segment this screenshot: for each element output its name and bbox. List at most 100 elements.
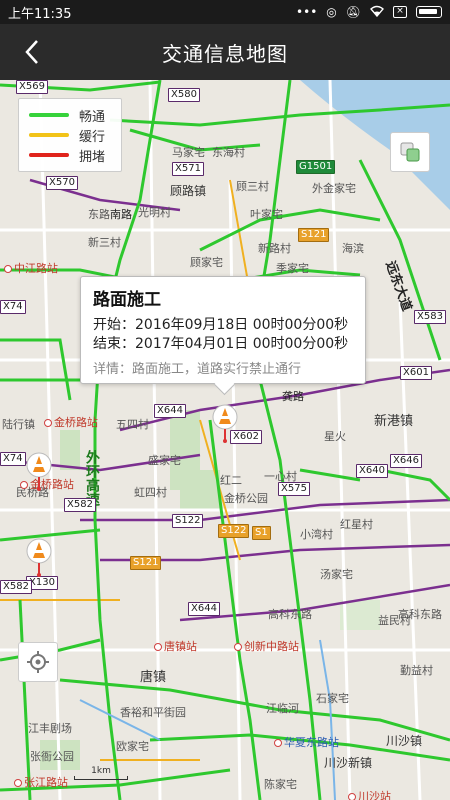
place-label: 新港镇 xyxy=(374,414,414,429)
map-scale-bar xyxy=(74,776,128,780)
road-shield: X640 xyxy=(356,464,388,478)
place-label: 陈家宅 xyxy=(264,778,297,791)
place-label: 汤家宅 xyxy=(320,568,353,581)
layers-icon xyxy=(400,142,420,162)
metro-station: 唐镇站 xyxy=(154,638,197,654)
metro-station: 川沙站 xyxy=(348,788,391,800)
place-label: 外金家宅 xyxy=(312,182,356,195)
place-label: 顾三村 xyxy=(236,180,269,193)
road-shield: X580 xyxy=(168,88,200,102)
place-label: 江丰剧场 xyxy=(28,722,72,735)
page-title: 交通信息地图 xyxy=(162,41,288,66)
alarm-off-icon: 🔕︎ xyxy=(345,5,361,19)
place-label: 东海村 xyxy=(212,146,245,159)
road-shield: S121 xyxy=(298,228,330,242)
road-shield: X74 xyxy=(0,300,26,314)
place-label: 欧家宅 xyxy=(116,740,149,753)
legend-item-smooth: 畅通 xyxy=(29,105,111,125)
place-label: 季家宅 xyxy=(276,262,309,275)
metro-station: 创新中路站 xyxy=(234,638,299,654)
place-label: 香裕和平街园 xyxy=(120,706,186,719)
battery-icon xyxy=(416,6,442,18)
place-label: 红二 xyxy=(220,474,242,487)
road-label: 南路 xyxy=(110,208,132,221)
app-header: 交通信息地图 xyxy=(0,24,450,80)
road-shield: S121 xyxy=(130,556,162,570)
status-icons: ••• ◎ 🔕︎ × xyxy=(296,5,442,19)
road-shield: X582 xyxy=(64,498,96,512)
place-label: 光明村 xyxy=(138,206,171,219)
location-status-icon: ◎ xyxy=(326,5,337,19)
place-label: 高科东路 xyxy=(398,608,442,621)
road-shield: X569 xyxy=(16,80,48,94)
metro-station: 华夏东路站 xyxy=(274,734,339,750)
road-shield: X582 xyxy=(0,580,32,594)
legend-label: 拥堵 xyxy=(79,149,106,165)
place-label: 川沙镇 xyxy=(386,734,423,748)
place-label: 红星村 xyxy=(340,518,373,531)
more-dots-icon: ••• xyxy=(296,5,318,19)
place-label: 五四村 xyxy=(116,418,149,431)
legend-swatch xyxy=(29,133,69,137)
place-label: 川沙新镇 xyxy=(324,756,373,770)
legend-swatch xyxy=(29,113,69,117)
place-label: 唐镇 xyxy=(140,670,167,685)
road-shield: X583 xyxy=(414,310,446,324)
road-shield: S122 xyxy=(218,524,250,538)
legend-label: 缓行 xyxy=(79,129,106,145)
place-label: 顾家宅 xyxy=(190,256,223,269)
road-shield: G1501 xyxy=(296,160,336,174)
road-shield: X644 xyxy=(154,404,186,418)
place-label: 小湾村 xyxy=(300,528,333,541)
place-label: 金桥公园 xyxy=(224,492,268,505)
construction-marker-icon[interactable] xyxy=(212,404,238,444)
incident-popup[interactable]: 路面施工 开始：2016年09月18日 00时00分00秒 结束：2017年04… xyxy=(80,276,366,384)
road-shield: S1 xyxy=(252,526,271,540)
road-shield: X644 xyxy=(188,602,220,616)
road-shield: S122 xyxy=(172,514,204,528)
incident-start: 开始：2016年09月18日 00时00分00秒 xyxy=(93,317,349,333)
place-label: 新三村 xyxy=(88,236,121,249)
crosshair-icon xyxy=(27,651,49,673)
map-layer-button[interactable] xyxy=(390,132,430,172)
place-label: 星火 xyxy=(324,430,346,443)
no-sim-icon: × xyxy=(393,6,407,18)
construction-marker-icon[interactable] xyxy=(26,538,52,578)
road-shield: X575 xyxy=(278,482,310,496)
place-label: 石家宅 xyxy=(316,692,349,705)
place-label: 盛家宅 xyxy=(148,454,181,467)
road-shield: X570 xyxy=(46,176,78,190)
road-shield: X601 xyxy=(400,366,432,380)
place-label: 江临河 xyxy=(266,702,299,715)
status-time: 上午11:35 xyxy=(8,6,72,22)
metro-station: 张江路站 xyxy=(14,774,68,790)
place-label: 海滨 xyxy=(342,242,364,255)
chevron-left-icon xyxy=(25,40,38,64)
back-button[interactable] xyxy=(14,34,50,70)
place-label: 勤益村 xyxy=(400,664,433,677)
traffic-legend: 畅通 缓行 拥堵 xyxy=(18,98,122,172)
incident-detail: 详情：路面施工，道路实行禁止通行 xyxy=(93,362,302,377)
place-label: 虹四村 xyxy=(134,486,167,499)
place-label: 陆行镇 xyxy=(2,418,35,431)
metro-station: 金桥路站 xyxy=(44,414,98,430)
traffic-map[interactable]: 马家宅 东海村 顾路镇 顾三村 外金家宅 光明村 叶家宅 东路 新三村 新路村 … xyxy=(0,80,450,800)
road-shield: X646 xyxy=(390,454,422,468)
status-bar: 上午11:35 ••• ◎ 🔕︎ × xyxy=(0,0,450,24)
map-scale-label: 1km xyxy=(91,766,111,776)
road-label: 龚路 xyxy=(282,390,304,403)
construction-marker-icon[interactable] xyxy=(26,452,52,492)
place-label: 叶家宅 xyxy=(250,208,283,221)
legend-item-slow: 缓行 xyxy=(29,125,111,145)
place-label: 张衙公园 xyxy=(30,750,74,763)
incident-title: 路面施工 xyxy=(93,290,161,310)
place-label: 马家宅 xyxy=(172,146,205,159)
legend-label: 畅通 xyxy=(79,109,106,125)
incident-end: 结束：2017年04月01日 00时00分00秒 xyxy=(93,336,349,352)
place-label: 新路村 xyxy=(258,242,291,255)
locate-button[interactable] xyxy=(18,642,58,682)
road-shield: X571 xyxy=(172,162,204,176)
legend-item-congested: 拥堵 xyxy=(29,145,111,165)
wifi-icon xyxy=(370,5,384,19)
place-label: 高科东路 xyxy=(268,608,312,621)
